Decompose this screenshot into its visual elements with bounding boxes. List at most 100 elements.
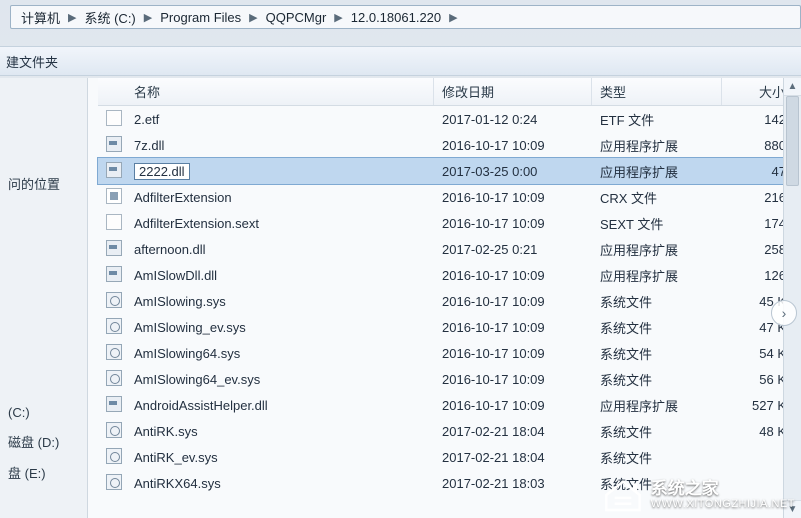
forward-nav-bubble[interactable]: › xyxy=(771,300,797,326)
column-header-type[interactable]: 类型 xyxy=(592,78,722,105)
breadcrumb-segment[interactable]: Program Files xyxy=(154,10,247,25)
file-rows: 2.etf2017-01-12 0:24ETF 文件142 7z.dll 2016-… xyxy=(98,106,783,496)
vertical-scrollbar[interactable]: ▲ ▼ xyxy=(783,78,801,518)
chevron-right-icon: › xyxy=(782,305,787,321)
sidebar-item-drive-d[interactable]: 磁盘 (D:) xyxy=(0,426,87,457)
file-name: afternoon.dll xyxy=(134,242,206,257)
file-row[interactable]: AmISlowing64_ev.sys2016-10-17 10:09系统文件5… xyxy=(98,366,783,392)
breadcrumb-segment[interactable]: 系统 (C:) xyxy=(78,8,141,27)
file-date: 2016-10-17 10:09 xyxy=(434,138,592,153)
sidebar-item-drive-e[interactable]: 盘 (E:) xyxy=(0,457,87,488)
dll-icon xyxy=(106,136,122,152)
scroll-up-icon[interactable]: ▲ xyxy=(784,78,801,96)
sys-icon xyxy=(106,292,122,308)
file-size: 48 K xyxy=(722,424,792,439)
column-header-date[interactable]: 修改日期 xyxy=(434,78,592,105)
file-name: AdfilterExtension.sext xyxy=(134,216,259,231)
file-type: 系统文件 xyxy=(592,448,722,467)
file-type: 系统文件 xyxy=(592,344,722,363)
file-row[interactable]: AmISlowDll.dll2016-10-17 10:09应用程序扩展126 xyxy=(98,262,783,288)
file-size: 527 K xyxy=(722,398,792,413)
file-type: 系统文件 xyxy=(592,422,722,441)
dll-icon xyxy=(106,266,122,282)
file-name: AmISlowing.sys xyxy=(134,294,226,309)
file-type: SEXT 文件 xyxy=(592,214,722,233)
chevron-right-icon[interactable]: ▶ xyxy=(142,11,154,24)
sys-icon xyxy=(106,370,122,386)
column-header-icon[interactable] xyxy=(98,78,126,105)
file-name: AmISlowing64_ev.sys xyxy=(134,372,260,387)
file-date: 2017-02-25 0:21 xyxy=(434,242,592,257)
file-row[interactable]: AmISlowing_ev.sys2016-10-17 10:09系统文件47 … xyxy=(98,314,783,340)
file-date: 2017-03-25 0:00 xyxy=(434,164,592,179)
file-row[interactable]: AntiRK.sys2017-02-21 18:04系统文件48 K xyxy=(98,418,783,444)
file-name: AntiRK_ev.sys xyxy=(134,450,218,465)
sys-icon xyxy=(106,448,122,464)
file-row[interactable]: AdfilterExtension2016-10-17 10:09CRX 文件2… xyxy=(98,184,783,210)
file-date: 2016-10-17 10:09 xyxy=(434,372,592,387)
file-icon xyxy=(106,214,122,230)
file-date: 2017-02-21 18:03 xyxy=(434,476,592,491)
file-size: 258 xyxy=(722,242,792,257)
file-list-pane: 名称 修改日期 类型 大小 2.etf2017-01-12 0:24ETF 文件… xyxy=(88,78,801,518)
file-name: 7z.dll xyxy=(134,138,164,153)
file-row[interactable]: AdfilterExtension.sext 2016-10-17 10:09SE… xyxy=(98,210,783,236)
file-row[interactable]: AntiRK_ev.sys 2017-02-21 18:04系统文件 xyxy=(98,444,783,470)
breadcrumb-segment[interactable]: 计算机 xyxy=(15,8,66,27)
file-row[interactable]: 2222.dll2017-03-25 0:00应用程序扩展47 xyxy=(98,158,783,184)
file-size: 54 K xyxy=(722,346,792,361)
file-row[interactable]: AmISlowing.sys2016-10-17 10:09系统文件45 K xyxy=(98,288,783,314)
file-type: 系统文件 xyxy=(592,292,722,311)
sys-icon xyxy=(106,474,122,490)
file-name: AntiRK.sys xyxy=(134,424,198,439)
file-row[interactable]: AmISlowing64.sys2016-10-17 10:09系统文件54 K xyxy=(98,340,783,366)
sys-icon xyxy=(106,344,122,360)
file-date: 2016-10-17 10:09 xyxy=(434,346,592,361)
scroll-thumb[interactable] xyxy=(786,96,799,186)
column-header-size[interactable]: 大小 xyxy=(722,78,792,105)
new-folder-button[interactable]: 建文件夹 xyxy=(6,52,58,71)
sidebar-item-drive-c[interactable]: (C:) xyxy=(0,399,87,426)
sidebar-item-recent[interactable]: 问的位置 xyxy=(0,168,87,199)
address-bar[interactable]: 计算机 ▶ 系统 (C:) ▶ Program Files ▶ QQPCMgr … xyxy=(10,5,801,29)
file-size: 47 xyxy=(722,164,792,179)
file-name: AntiRKX64.sys xyxy=(134,476,221,491)
watermark-title: 系统之家 xyxy=(651,480,795,499)
file-type: 系统文件 xyxy=(592,370,722,389)
file-type: 系统文件 xyxy=(592,318,722,337)
file-type: 应用程序扩展 xyxy=(592,136,722,155)
file-size: 216 xyxy=(722,190,792,205)
sys-icon xyxy=(106,318,122,334)
file-icon xyxy=(106,110,122,126)
file-size: 880 xyxy=(722,138,792,153)
chevron-right-icon[interactable]: ▶ xyxy=(66,11,78,24)
breadcrumb-segment[interactable]: 12.0.18061.220 xyxy=(345,10,447,25)
file-type: ETF 文件 xyxy=(592,110,722,129)
file-name: AmISlowing_ev.sys xyxy=(134,320,246,335)
breadcrumb-segment[interactable]: QQPCMgr xyxy=(260,10,333,25)
file-type: 应用程序扩展 xyxy=(592,396,722,415)
chevron-right-icon[interactable]: ▶ xyxy=(332,11,344,24)
file-size: 142 xyxy=(722,112,792,127)
chevron-right-icon[interactable]: ▶ xyxy=(247,11,259,24)
column-header-row: 名称 修改日期 类型 大小 xyxy=(98,78,783,106)
file-row[interactable]: 2.etf2017-01-12 0:24ETF 文件142 xyxy=(98,106,783,132)
file-date: 2017-02-21 18:04 xyxy=(434,450,592,465)
crx-icon xyxy=(106,188,122,204)
file-type: 应用程序扩展 xyxy=(592,266,722,285)
file-date: 2017-01-12 0:24 xyxy=(434,112,592,127)
address-bar-row: 计算机 ▶ 系统 (C:) ▶ Program Files ▶ QQPCMgr … xyxy=(10,4,801,30)
file-name: 2222.dll xyxy=(134,163,190,180)
file-name: AndroidAssistHelper.dll xyxy=(134,398,268,413)
file-row[interactable]: AndroidAssistHelper.dll2016-10-17 10:09应… xyxy=(98,392,783,418)
dll-icon xyxy=(106,240,122,256)
file-row[interactable]: afternoon.dll2017-02-25 0:21应用程序扩展258 xyxy=(98,236,783,262)
file-date: 2016-10-17 10:09 xyxy=(434,216,592,231)
chevron-right-icon[interactable]: ▶ xyxy=(447,11,459,24)
column-header-name[interactable]: 名称 xyxy=(126,78,434,105)
house-icon xyxy=(603,478,643,512)
dll-icon xyxy=(106,396,122,412)
file-name: AmISlowDll.dll xyxy=(134,268,217,283)
file-date: 2016-10-17 10:09 xyxy=(434,268,592,283)
file-row[interactable]: 7z.dll2016-10-17 10:09应用程序扩展880 xyxy=(98,132,783,158)
